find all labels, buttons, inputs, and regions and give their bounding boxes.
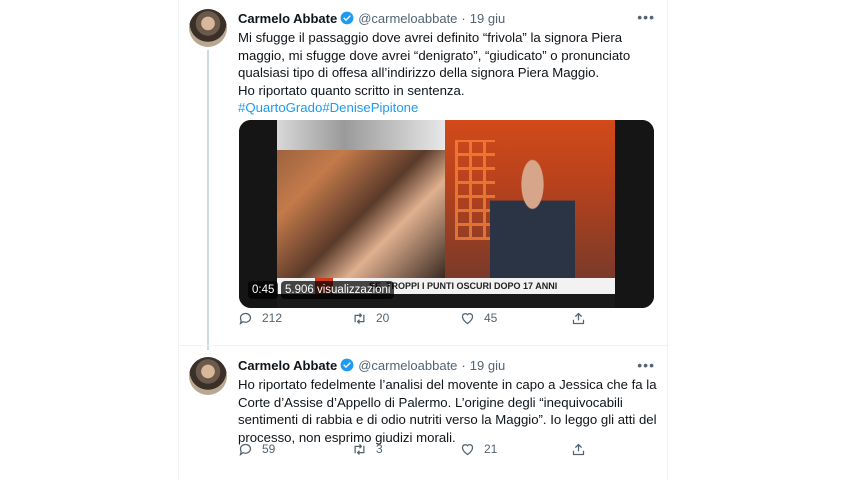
tweet[interactable]: Carmelo Abbate @carmeloabbate · 19 giu •… — [179, 345, 669, 480]
avatar[interactable] — [189, 9, 227, 47]
tweet[interactable]: Carmelo Abbate @carmeloabbate · 19 giu •… — [179, 0, 669, 345]
separator-dot: · — [461, 10, 466, 26]
hashtag-link[interactable]: #DenisePipitone — [322, 100, 418, 115]
tweet-header: Carmelo Abbate @carmeloabbate · 19 giu — [238, 8, 505, 28]
video-letterbox-left — [239, 120, 277, 308]
tweet-date[interactable]: 19 giu — [470, 11, 505, 26]
retweet-icon — [354, 443, 365, 455]
video-letterbox-right — [615, 120, 654, 308]
retweet-count: 3 — [376, 442, 383, 456]
tweet-date[interactable]: 19 giu — [470, 358, 505, 373]
tweet-text-line: Corte d’Assise d’Appello di Palermo. L’o… — [238, 394, 623, 410]
video-banner-text: SE, TROPPI I PUNTI OSCURI DOPO 17 ANNI — [369, 281, 558, 291]
share-button[interactable] — [571, 309, 595, 327]
like-icon — [461, 443, 474, 455]
reply-icon — [239, 443, 252, 456]
tweet-text-line: sentimenti di rabbia e di odio nutriti v… — [238, 412, 657, 427]
retweet-button[interactable]: 3 — [352, 440, 383, 458]
avatar[interactable] — [189, 357, 227, 395]
share-icon — [572, 443, 585, 455]
verified-badge-icon — [340, 11, 354, 25]
like-icon — [461, 312, 474, 324]
tweet-text-line: Ho riportato fedelmente l’analisi del mo… — [238, 377, 657, 392]
video-frame-left — [277, 120, 445, 278]
like-button[interactable]: 45 — [460, 309, 497, 327]
reply-count: 212 — [262, 311, 283, 325]
tweet-text-line: qualsiasi tipo di offesa all’indirizzo d… — [238, 65, 600, 80]
more-icon[interactable]: ••• — [637, 10, 655, 24]
retweet-icon — [354, 312, 365, 324]
video-player[interactable]: SE, TROPPI I PUNTI OSCURI DOPO 17 ANNI 0… — [239, 120, 654, 308]
like-button[interactable]: 21 — [460, 440, 497, 458]
like-count: 45 — [484, 311, 498, 325]
tweet-text-line: Mi sfugge il passaggio dove avrei defini… — [238, 30, 623, 45]
tweet-header: Carmelo Abbate @carmeloabbate · 19 giu — [238, 355, 505, 375]
retweet-button[interactable]: 20 — [352, 309, 389, 327]
reply-count: 59 — [262, 442, 276, 456]
hashtag-link[interactable]: #QuartoGrado — [238, 100, 322, 115]
author-handle[interactable]: @carmeloabbate — [358, 358, 457, 373]
author-name[interactable]: Carmelo Abbate — [238, 358, 337, 373]
tweet-text-line: Ho riportato quanto scritto in sentenza. — [238, 82, 465, 98]
tweet-text: Mi sfugge il passaggio dove avrei defini… — [238, 29, 658, 117]
author-name[interactable]: Carmelo Abbate — [238, 11, 337, 26]
video-duration: 0:45 — [248, 281, 279, 299]
share-button[interactable] — [571, 440, 595, 458]
verified-badge-icon — [340, 358, 354, 372]
retweet-count: 20 — [376, 311, 390, 325]
tweet-text-line: maggio, mi sfugge dove avrei “denigrato”… — [238, 47, 631, 63]
video-views: 5.906 visualizzazioni — [281, 281, 395, 299]
author-handle[interactable]: @carmeloabbate — [358, 11, 457, 26]
tweet-text: Ho riportato fedelmente l’analisi del mo… — [238, 376, 658, 446]
reply-icon — [239, 312, 252, 325]
share-icon — [572, 312, 585, 324]
more-icon[interactable]: ••• — [637, 358, 655, 372]
reply-button[interactable]: 212 — [238, 309, 282, 327]
like-count: 21 — [484, 442, 498, 456]
separator-dot: · — [461, 357, 466, 373]
tweet-text-line: processo, non esprimo giudizi morali. — [238, 429, 456, 445]
reply-button[interactable]: 59 — [238, 440, 275, 458]
video-frame-right — [445, 120, 615, 278]
timeline: Carmelo Abbate @carmeloabbate · 19 giu •… — [178, 0, 669, 480]
